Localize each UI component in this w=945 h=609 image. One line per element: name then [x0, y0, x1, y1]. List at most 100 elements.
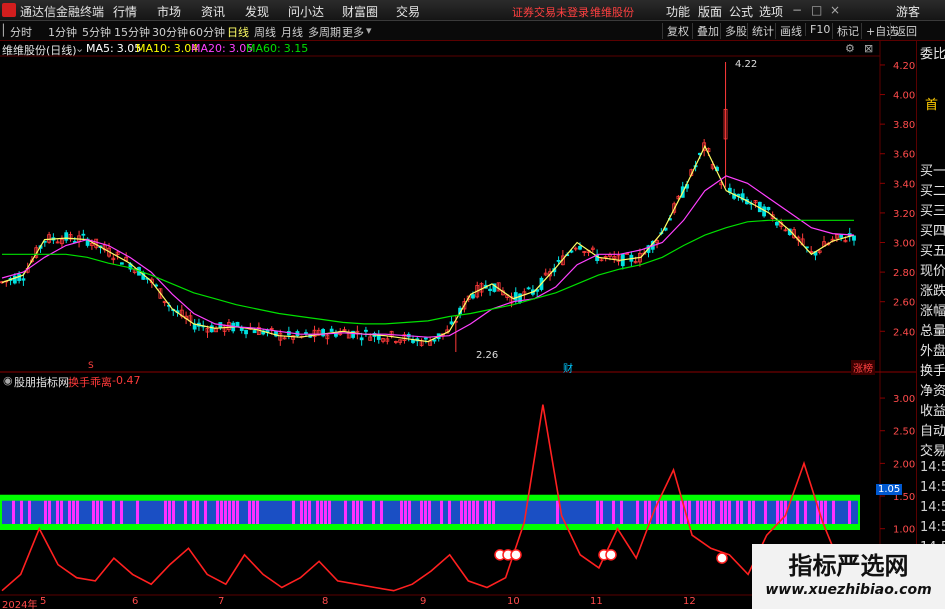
band-stripe — [464, 500, 467, 524]
band-stripe — [736, 500, 739, 524]
candle-body — [625, 253, 629, 255]
indicator-toggle-icon[interactable]: ◉ — [3, 374, 13, 387]
band-stripe — [796, 500, 799, 524]
side-panel-item: 交易 — [920, 444, 945, 459]
candle-body — [852, 235, 856, 241]
band-stripe — [252, 500, 255, 524]
band-stripe — [228, 500, 231, 524]
band-stripe — [100, 500, 103, 524]
band-stripe — [20, 500, 23, 524]
price-tick-label: 3.40 — [893, 179, 915, 190]
band-stripe — [600, 500, 603, 524]
band-stripe — [12, 500, 15, 524]
band-stripe — [700, 500, 703, 524]
band-stripe — [424, 500, 427, 524]
band-stripe — [136, 500, 139, 524]
band-stripe — [556, 500, 559, 524]
band-stripe — [468, 500, 471, 524]
x-label-jul: 7 — [218, 596, 225, 607]
band-stripe — [428, 500, 431, 524]
buy-signal-marker — [510, 549, 522, 561]
indicator-axis: 3.002.502.001.501.000.50 — [880, 394, 915, 568]
x-label-dec: 12 — [683, 596, 696, 607]
side-panel-item: 买二 — [920, 184, 945, 199]
band-stripe — [236, 500, 239, 524]
band-stripe — [824, 500, 827, 524]
candle-body — [766, 206, 771, 211]
band-stripe — [248, 500, 251, 524]
band-stripe — [72, 500, 75, 524]
indicator-title: 股朋指标网 — [14, 376, 69, 389]
signal-s-marker: S — [88, 361, 94, 371]
side-panel-item: 14:5 — [920, 520, 945, 535]
band-stripe — [804, 500, 807, 524]
band-stripe — [776, 500, 779, 524]
candle-body — [21, 278, 26, 281]
candle-body — [488, 288, 492, 291]
side-panel-item: 买三 — [920, 204, 945, 219]
band-stripe — [56, 500, 59, 524]
candlestick-series — [0, 62, 856, 352]
band-stripe — [612, 500, 615, 524]
band-stripe — [596, 500, 599, 524]
indicator-tick-label: 1.00 — [893, 525, 915, 536]
x-label-nov: 11 — [590, 596, 603, 607]
candle-body — [321, 329, 326, 337]
candle-body — [513, 292, 518, 301]
band-stripe — [308, 500, 311, 524]
side-panel-item: 14:5 — [920, 500, 945, 515]
band-stripe — [460, 500, 463, 524]
candle-body — [329, 328, 334, 332]
price-tick-label: 3.80 — [893, 120, 915, 131]
band-stripe — [316, 500, 319, 524]
band-stripe — [696, 500, 699, 524]
ma-line-ma20 — [1, 175, 855, 338]
candle-body — [119, 262, 124, 265]
indicator-value: -0.47 — [112, 374, 141, 387]
side-panel-item: 涨跌 — [920, 284, 945, 299]
candle-body — [64, 232, 69, 241]
side-panel-item: 收益 — [920, 404, 945, 419]
band-stripe — [408, 500, 411, 524]
band-stripe — [664, 500, 667, 524]
band-stripe — [172, 500, 175, 524]
candle-body — [81, 233, 86, 236]
price-tick-label: 3.00 — [893, 239, 915, 250]
date-axis: 2024年 5 6 7 8 9 10 11 12 — [0, 596, 880, 609]
band-stripe — [324, 500, 327, 524]
candle-body — [252, 330, 257, 334]
band-stripe — [92, 500, 95, 524]
candle-body — [839, 234, 844, 238]
side-panel-item: 现价 — [920, 264, 945, 279]
band-stripe — [352, 500, 355, 524]
band-stripe — [752, 500, 755, 524]
band-stripe — [704, 500, 707, 524]
band-stripe — [96, 500, 99, 524]
kline-chart[interactable]: 4.20 4.00 3.80 3.60 3.40 3.20 3.00 2.80 2.60 2.40… — [0, 0, 945, 609]
band-stripe — [832, 500, 835, 524]
band-stripe — [492, 500, 495, 524]
side-panel-item: 净资 — [920, 384, 945, 399]
band-stripe — [224, 500, 227, 524]
band-stripe — [764, 500, 767, 524]
side-panel-item: 涨幅 — [920, 304, 945, 319]
site-watermark: 指标严选网 www.xuezhibiao.com — [752, 544, 945, 609]
side-panel-item: 自动 — [920, 424, 945, 439]
indicator-current-value: 1.05 — [876, 484, 903, 495]
candle-body — [471, 294, 475, 299]
band-stripe — [184, 500, 187, 524]
side-panel-item: 买五 — [920, 244, 945, 259]
price-tick-label: 2.60 — [893, 298, 915, 309]
candle-body — [304, 332, 308, 334]
x-label-may: 5 — [40, 596, 47, 607]
band-stripe — [120, 500, 123, 524]
candle-body — [244, 329, 248, 335]
indicator-tick-label: 3.00 — [893, 394, 915, 405]
band-stripe — [620, 500, 623, 524]
band-stripe — [712, 500, 715, 524]
band-stripe — [660, 500, 663, 524]
band-stripe — [708, 500, 711, 524]
band-stripe — [304, 500, 307, 524]
watermark-title: 指标严选网 — [788, 552, 909, 580]
side-panel-item: 14:5 — [920, 480, 945, 495]
